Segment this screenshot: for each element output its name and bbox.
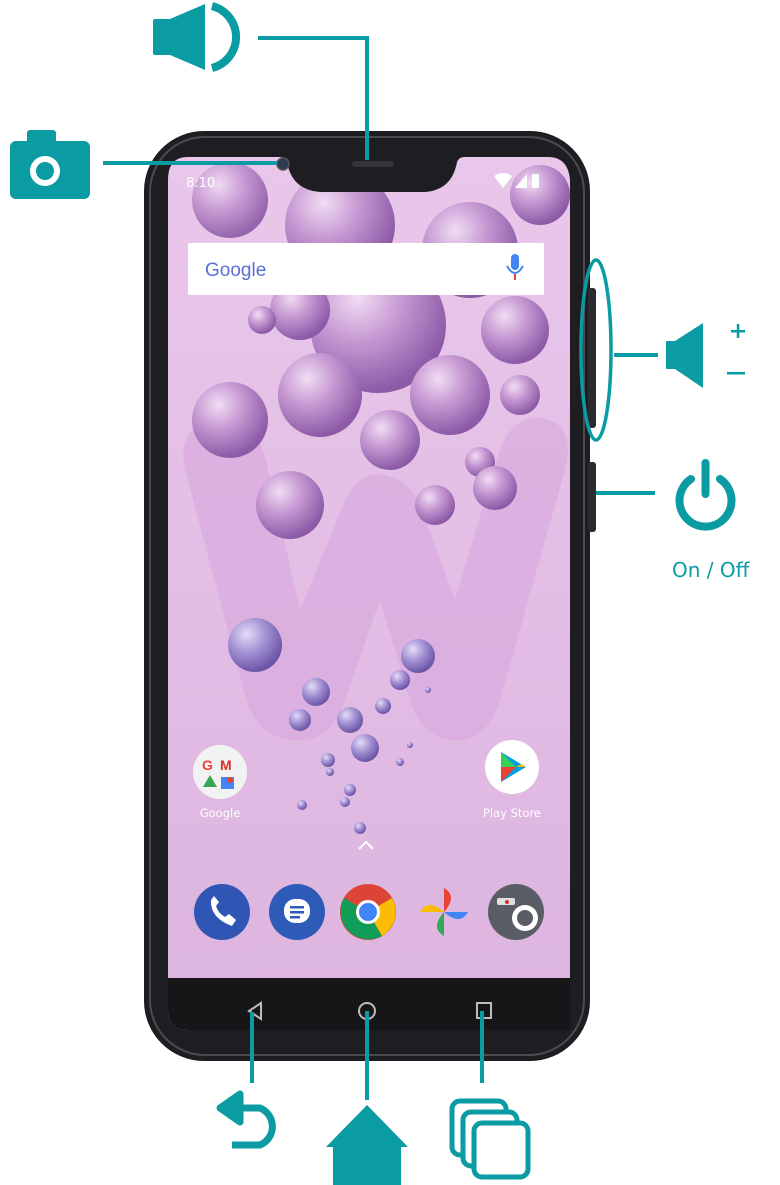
status-time: 8:10	[186, 176, 215, 191]
camera-app-icon[interactable]	[488, 884, 544, 940]
svg-text:M: M	[220, 757, 232, 773]
power-label: On / Off	[672, 558, 751, 582]
phone-icon[interactable]	[194, 884, 250, 940]
app-label-play-store: Play Store	[483, 806, 541, 820]
power-key[interactable]	[588, 462, 596, 532]
power-icon	[675, 459, 736, 531]
app-label-google: Google	[200, 806, 241, 820]
app-play-store[interactable]: Play Store	[483, 740, 541, 820]
recent-apps-icon	[449, 1098, 531, 1180]
front-camera-lens	[276, 157, 290, 171]
volume-rocker[interactable]	[588, 288, 596, 428]
svg-text:G: G	[202, 757, 213, 773]
back-arrow-icon	[216, 1090, 276, 1149]
chrome-icon[interactable]	[340, 884, 396, 940]
earpiece-grille	[352, 161, 394, 167]
camera-icon	[10, 130, 90, 199]
search-bar[interactable]: Google	[188, 243, 544, 295]
home-icon	[326, 1105, 408, 1185]
app-google-folder[interactable]: G M Google	[193, 745, 247, 820]
google-logo-text: Google	[205, 260, 266, 281]
phone-diagram: 8:10 Google G M Google Play Store On / O…	[10, 2, 751, 1185]
battery-icon	[532, 174, 539, 188]
messages-icon[interactable]	[269, 884, 325, 940]
volume-icon	[666, 323, 745, 388]
speaker-icon	[153, 2, 241, 72]
